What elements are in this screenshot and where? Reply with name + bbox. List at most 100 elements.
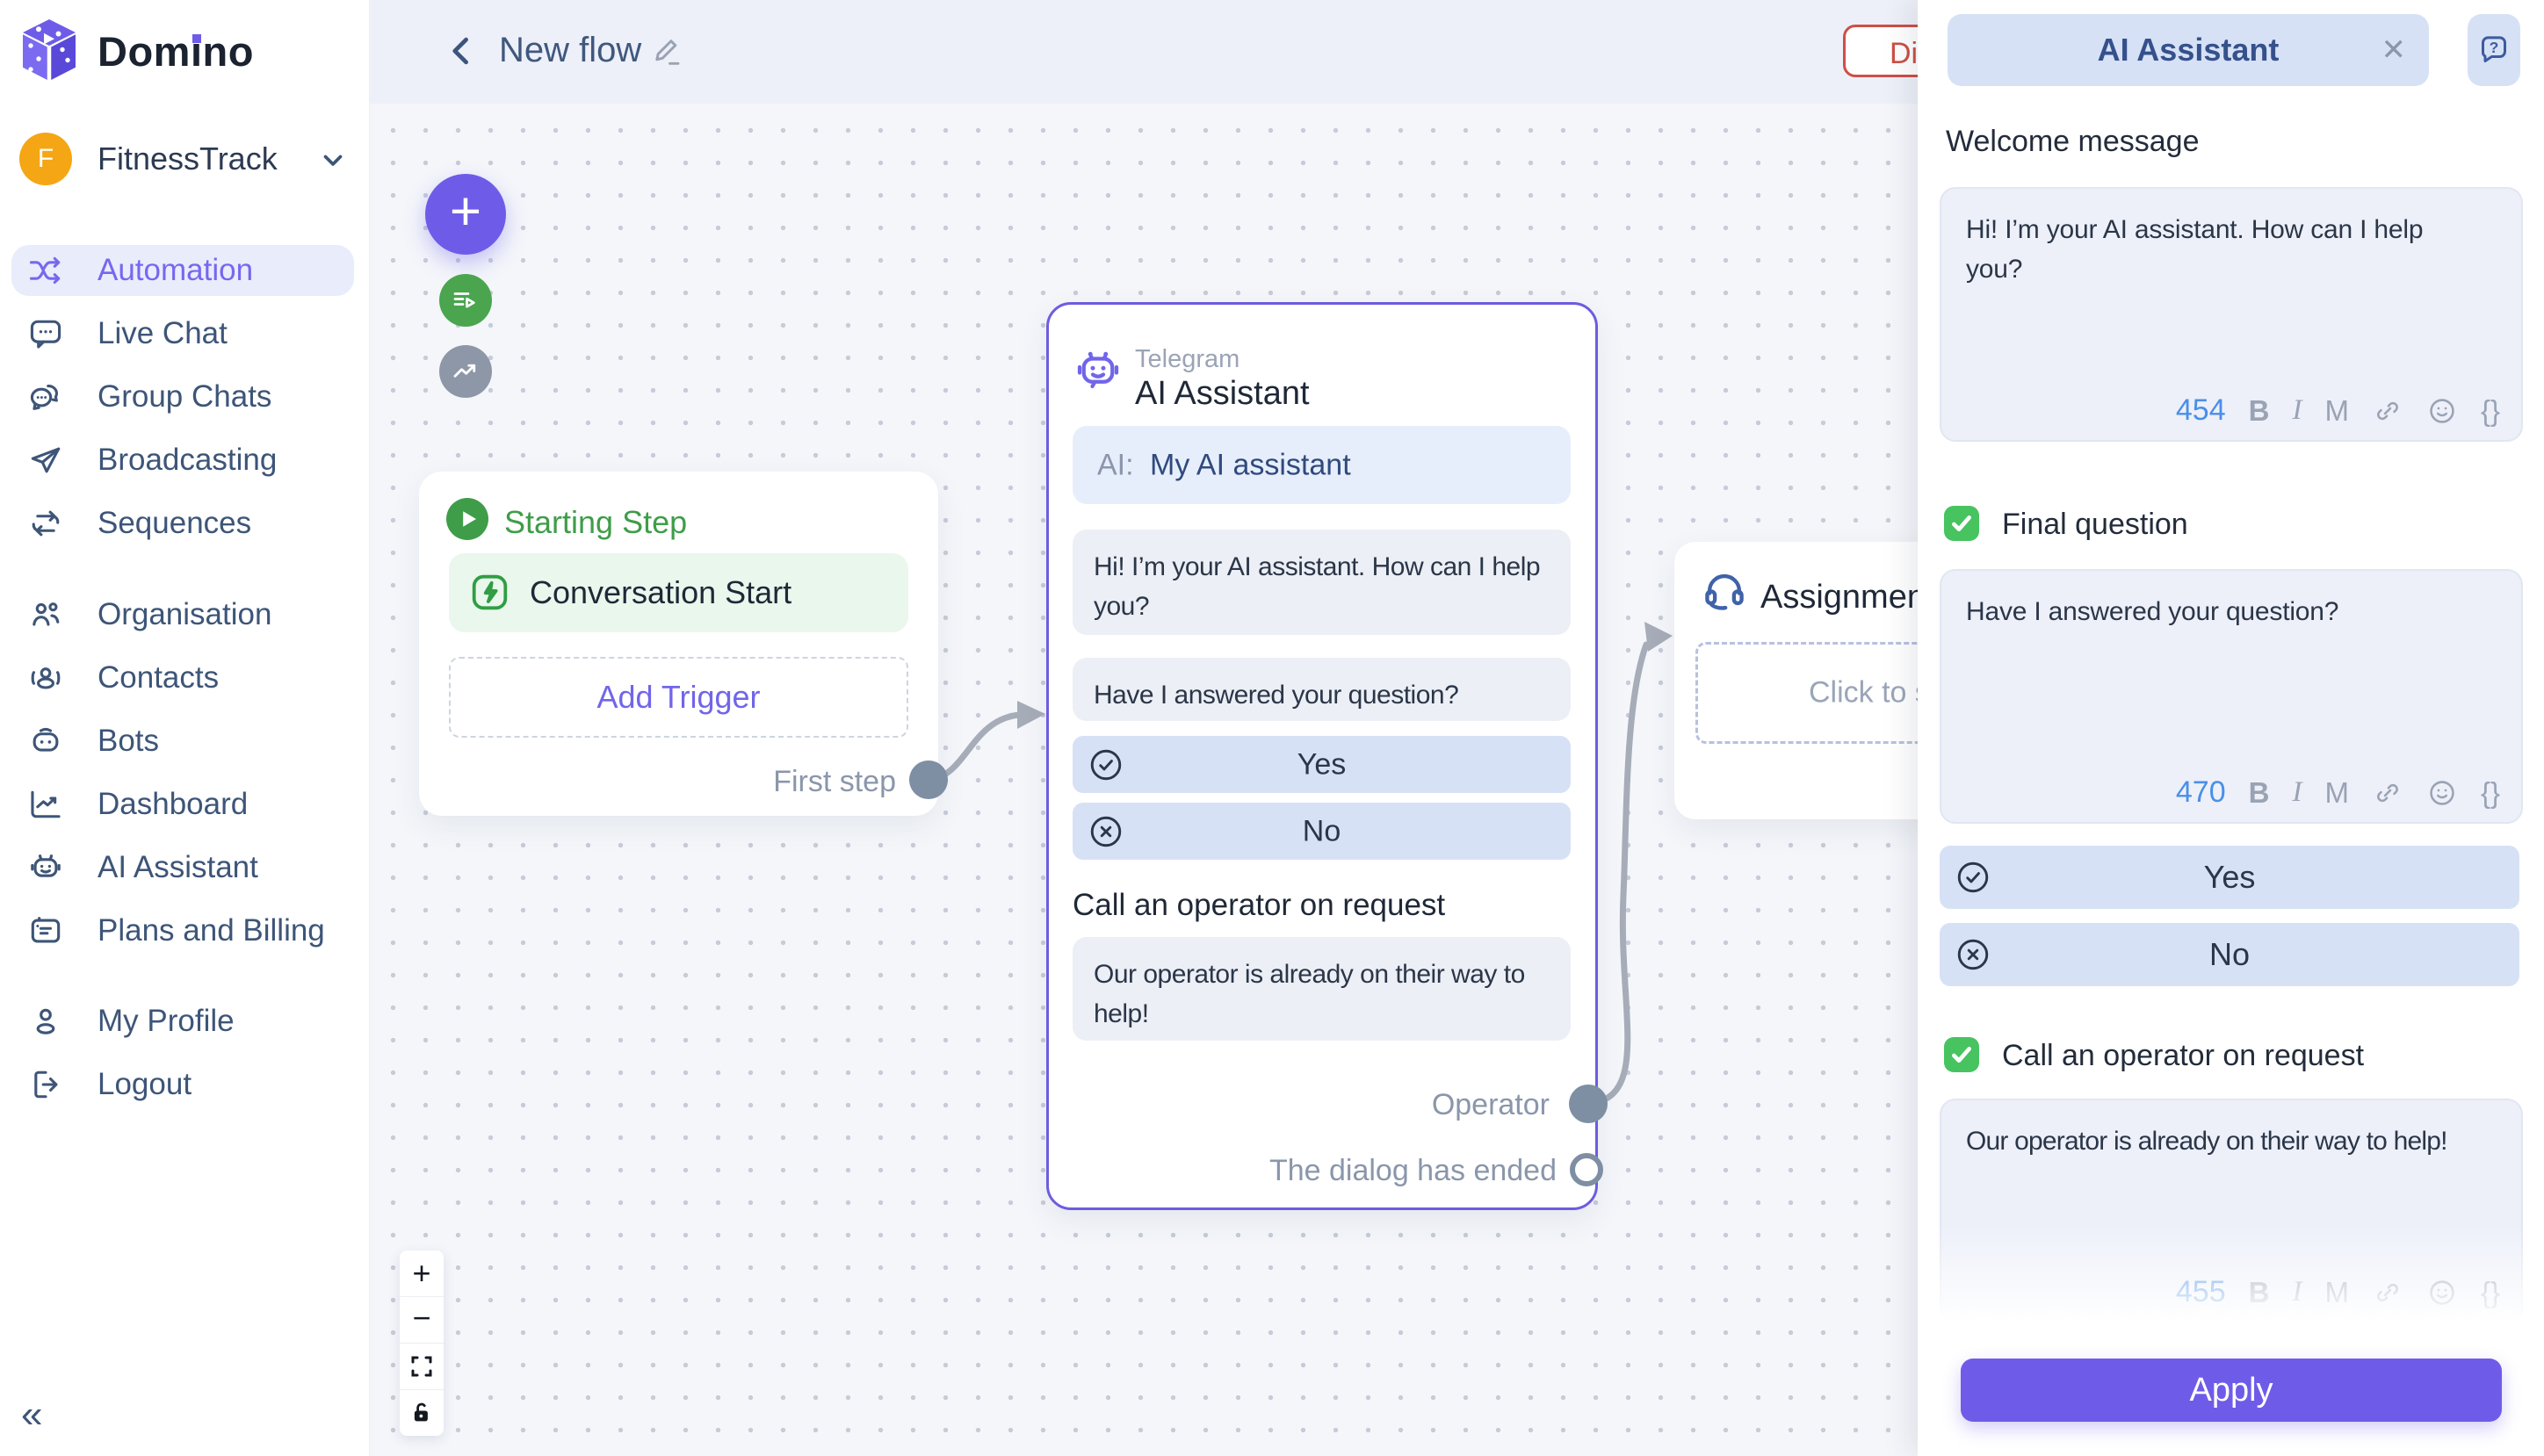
sidebar-item-organisation[interactable]: Organisation bbox=[11, 589, 354, 640]
ai-assistant-panel: AI Assistant ✕ ? Welcome message Hi! I’m… bbox=[1918, 0, 2544, 1456]
help-bubble-icon: ? bbox=[2481, 36, 2506, 62]
sidebar-item-label: AI Assistant bbox=[98, 850, 258, 884]
dialog-end-port-label: The dialog has ended bbox=[1268, 1154, 1557, 1187]
starting-step-node[interactable]: Starting Step Conversation Start Add Tri… bbox=[419, 472, 938, 816]
close-icon[interactable]: ✕ bbox=[2381, 32, 2407, 68]
panel-no-button[interactable]: No bbox=[1940, 923, 2519, 986]
sidebar-item-automation[interactable]: Automation bbox=[11, 245, 354, 296]
operator-port[interactable] bbox=[1569, 1085, 1608, 1123]
sidebar-item-group-chats[interactable]: Group Chats bbox=[11, 371, 354, 422]
node-yes-button[interactable]: Yes bbox=[1073, 736, 1571, 793]
people-icon bbox=[26, 595, 65, 634]
sidebar-item-contacts[interactable]: Contacts bbox=[11, 652, 354, 703]
sidebar-item-ai-assistant[interactable]: AI Assistant bbox=[11, 842, 354, 893]
panel-yes-button[interactable]: Yes bbox=[1940, 846, 2519, 909]
lock-button[interactable] bbox=[400, 1390, 444, 1436]
first-step-port[interactable] bbox=[909, 760, 948, 799]
workspace-initial: F bbox=[37, 144, 54, 173]
add-step-button[interactable]: + bbox=[425, 174, 506, 255]
operator-message-value: Our operator is already on their way to … bbox=[1966, 1127, 2447, 1156]
stats-button[interactable] bbox=[439, 345, 492, 398]
operator-message-bubble: Our operator is already on their way to … bbox=[1073, 937, 1571, 1041]
conversation-start-label: Conversation Start bbox=[530, 574, 792, 610]
steps-list-button[interactable] bbox=[439, 274, 492, 327]
back-button[interactable] bbox=[443, 32, 481, 70]
billing-icon bbox=[26, 912, 65, 950]
sidebar-item-plans-and-billing[interactable]: Plans and Billing bbox=[11, 905, 354, 956]
link-icon[interactable] bbox=[2372, 395, 2403, 427]
chat-bubble-icon bbox=[26, 314, 65, 353]
brand-i-dot bbox=[192, 34, 201, 43]
conversation-start-row[interactable]: Conversation Start bbox=[449, 553, 908, 632]
sidebar-item-label: Contacts bbox=[98, 660, 220, 695]
flow-title: New flow bbox=[499, 31, 642, 69]
sidebar-item-label: Automation bbox=[98, 253, 254, 287]
headset-icon bbox=[1705, 573, 1744, 610]
add-trigger-label: Add Trigger bbox=[596, 679, 761, 715]
contact-icon bbox=[26, 659, 65, 697]
sidebar-item-label: Live Chat bbox=[98, 316, 228, 350]
operator-checkbox[interactable] bbox=[1944, 1037, 1979, 1072]
zoom-out-button[interactable]: − bbox=[400, 1297, 444, 1344]
help-button[interactable]: ? bbox=[2468, 14, 2520, 86]
operator-port-label: Operator bbox=[1431, 1088, 1550, 1121]
italic-button[interactable]: I bbox=[2292, 394, 2302, 427]
sidebar-item-live-chat[interactable]: Live Chat bbox=[11, 308, 354, 359]
emoji-icon[interactable] bbox=[2426, 395, 2458, 427]
variables-button[interactable]: {} bbox=[2481, 394, 2500, 428]
bold-button[interactable]: B bbox=[2249, 776, 2270, 810]
zoom-in-button[interactable]: + bbox=[400, 1251, 444, 1297]
domino-logo-icon bbox=[23, 19, 76, 80]
unlock-icon bbox=[414, 1402, 428, 1422]
operator-label: Call an operator on request bbox=[2002, 1039, 2365, 1072]
workspace-selector[interactable]: F FitnessTrack bbox=[0, 130, 369, 188]
first-step-port-label: First step bbox=[773, 765, 896, 798]
sidebar-item-my-profile[interactable]: My Profile bbox=[11, 996, 354, 1047]
add-trigger-button[interactable]: Add Trigger bbox=[449, 657, 908, 738]
node-no-button[interactable]: No bbox=[1073, 803, 1571, 860]
editor-toolbar: 454 B I M {} bbox=[2176, 393, 2500, 428]
macro-button[interactable]: M bbox=[2324, 776, 2349, 810]
sidebar-item-label: My Profile bbox=[98, 1004, 235, 1038]
workspace-name: FitnessTrack bbox=[98, 141, 278, 177]
final-question-textarea[interactable]: Have I answered your question? 470 B I M… bbox=[1940, 569, 2523, 824]
sidebar-item-bots[interactable]: Bots bbox=[11, 716, 354, 767]
apply-button[interactable]: Apply bbox=[1961, 1359, 2502, 1422]
welcome-message-label: Welcome message bbox=[1946, 125, 2200, 158]
fit-view-button[interactable] bbox=[400, 1344, 444, 1390]
loop-icon bbox=[26, 504, 65, 543]
plus-icon: + bbox=[449, 181, 482, 242]
ai-assistant-node[interactable]: Telegram AI Assistant AI: My AI assistan… bbox=[1046, 302, 1598, 1210]
welcome-message-bubble: Hi! I’m your AI assistant. How can I hel… bbox=[1073, 530, 1571, 635]
assignment-title: Assignment bbox=[1760, 579, 1935, 616]
sidebar-item-broadcasting[interactable]: Broadcasting bbox=[11, 435, 354, 486]
macro-button[interactable]: M bbox=[2324, 394, 2349, 428]
panel-yes-label: Yes bbox=[2203, 859, 2256, 895]
link-icon[interactable] bbox=[2372, 777, 2403, 809]
check-icon bbox=[1952, 515, 1971, 531]
chevron-down-icon bbox=[323, 155, 343, 166]
ai-source-row: AI: My AI assistant bbox=[1073, 426, 1571, 504]
italic-button[interactable]: I bbox=[2292, 776, 2302, 809]
sidebar-item-sequences[interactable]: Sequences bbox=[11, 498, 354, 549]
person-icon bbox=[26, 1002, 65, 1041]
sidebar-item-label: Group Chats bbox=[98, 379, 272, 414]
variables-button[interactable]: {} bbox=[2481, 776, 2500, 810]
sidebar-item-label: Plans and Billing bbox=[98, 913, 325, 948]
robot-icon bbox=[1077, 351, 1119, 389]
bold-button[interactable]: B bbox=[2249, 394, 2270, 428]
bot-icon bbox=[26, 722, 65, 760]
sidebar-item-dashboard[interactable]: Dashboard bbox=[11, 779, 354, 830]
ai-source-value: My AI assistant bbox=[1150, 448, 1351, 481]
sidebar-item-logout[interactable]: Logout bbox=[11, 1059, 354, 1110]
dialog-end-port[interactable] bbox=[1570, 1153, 1603, 1186]
emoji-icon[interactable] bbox=[2426, 777, 2458, 809]
final-question-label: Final question bbox=[2002, 508, 2188, 541]
robot-icon bbox=[26, 848, 65, 887]
welcome-message-textarea[interactable]: Hi! I’m your AI assistant. How can I hel… bbox=[1940, 187, 2523, 442]
edit-title-button[interactable] bbox=[648, 33, 685, 70]
final-question-checkbox[interactable] bbox=[1944, 506, 1979, 541]
collapse-sidebar-button[interactable]: « bbox=[21, 1393, 42, 1437]
editor-toolbar: 470 B I M {} bbox=[2176, 775, 2500, 810]
starting-step-title: Starting Step bbox=[504, 504, 688, 540]
